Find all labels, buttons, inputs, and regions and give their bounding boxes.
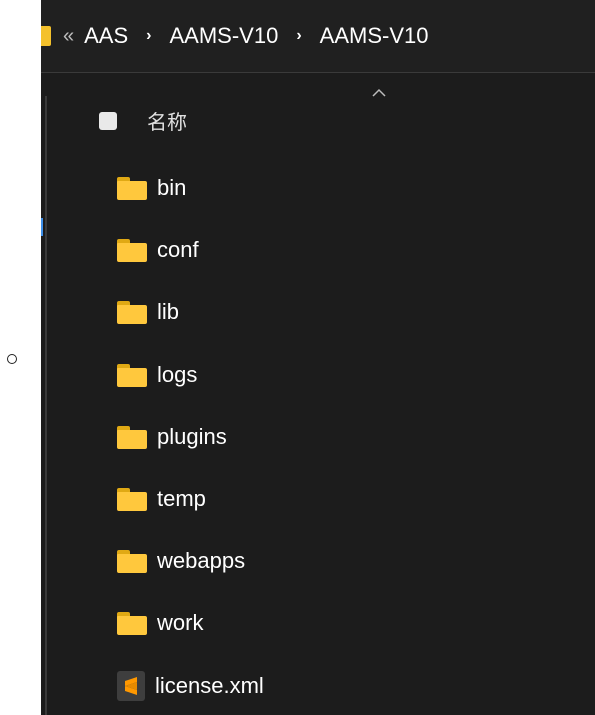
breadcrumb-chevron-icon[interactable]: › [146,27,151,45]
file-name: bin [157,175,187,200]
file-row-logs[interactable]: logs [117,355,197,395]
breadcrumb-item-aams-v10-current[interactable]: AAMS-V10 [320,23,429,49]
file-row-webapps[interactable]: webapps [117,541,245,581]
sort-ascending-icon[interactable] [371,88,387,98]
file-name: webapps [157,548,246,573]
folder-icon [41,26,51,46]
navigation-selection-indicator [41,218,43,236]
address-bar-breadcrumb[interactable]: « AAS › AAMS-V10 › AAMS-V10 [41,0,595,73]
folder-icon [117,611,147,635]
circle-bullet-mark [7,354,17,364]
file-row-conf[interactable]: conf [117,230,199,270]
breadcrumb-item-aas[interactable]: AAS [84,23,128,49]
folder-icon [117,238,147,262]
column-header-row: 名称 [99,106,187,135]
file-row-license-xml[interactable]: license.xml [117,666,264,706]
column-header-name[interactable]: 名称 [147,106,187,135]
file-row-work[interactable]: work [117,603,203,643]
file-name: conf [157,237,199,262]
sublime-text-file-icon [117,671,145,701]
folder-icon [117,549,147,573]
file-row-plugins[interactable]: plugins [117,417,227,457]
breadcrumb-chevron-icon[interactable]: › [296,27,301,45]
folder-icon [117,425,147,449]
file-row-temp[interactable]: temp [117,479,206,519]
folder-icon [117,363,147,387]
file-explorer-window: « AAS › AAMS-V10 › AAMS-V10 名称 bin conf … [41,0,595,715]
file-row-bin[interactable]: bin [117,168,186,208]
file-name: plugins [157,424,227,449]
folder-icon [117,487,147,511]
folder-icon [117,300,147,324]
breadcrumb-item-aams-v10[interactable]: AAMS-V10 [169,23,278,49]
folder-icon [117,176,147,200]
file-name: logs [157,362,198,387]
navigation-pane-divider[interactable] [45,96,47,715]
file-name: work [157,610,204,635]
breadcrumb-overflow-button[interactable]: « [63,25,74,48]
file-name: lib [157,299,180,324]
file-row-lib[interactable]: lib [117,292,179,332]
select-all-checkbox[interactable] [99,111,117,130]
file-name: license.xml [155,673,264,698]
file-name: temp [157,486,206,511]
